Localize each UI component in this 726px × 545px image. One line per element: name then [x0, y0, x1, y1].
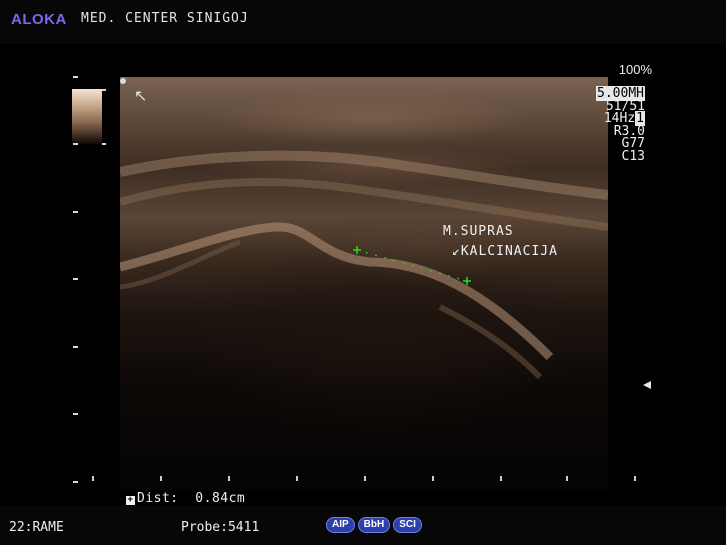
caliper-marker-icon: +: [126, 495, 135, 505]
footer-bar: 22:RAME Probe:5411 AIP BbH SCI: [0, 506, 726, 545]
caliper-line: [356, 249, 468, 282]
mode-pill-bbh[interactable]: BbH: [357, 517, 391, 533]
caliper-start-marker: [353, 246, 361, 254]
lateral-scale-tick: [500, 476, 502, 481]
lateral-scale-tick: [296, 476, 298, 481]
lateral-scale-tick: [228, 476, 230, 481]
lateral-scale-tick: [364, 476, 366, 481]
distance-readout: + Dist: 0.84cm: [126, 491, 245, 506]
probe-label: Probe:5411: [181, 520, 260, 535]
contrast-value: C13: [621, 148, 645, 164]
frame-label: 22:RAME: [9, 520, 64, 535]
scan-parameters: 5.00MH 51/51 14Hz1 R3.0 G77 C13: [588, 86, 645, 164]
lateral-scale-tick: [634, 476, 636, 481]
distance-text: Dist: 0.84cm: [137, 491, 246, 506]
mode-pill-aip[interactable]: AIP: [326, 517, 355, 533]
annotation-calcification[interactable]: ↙KALCINACIJA: [452, 244, 558, 259]
lateral-scale-tick: [566, 476, 568, 481]
acoustic-power: 100%: [618, 62, 652, 77]
focus-marker-icon[interactable]: [643, 381, 651, 389]
caliper-overlay: [353, 246, 471, 285]
lateral-scale-tick: [432, 476, 434, 481]
annotation-muscle[interactable]: M.SUPRAS: [443, 224, 514, 239]
lateral-scale-tick: [160, 476, 162, 481]
mode-indicators: AIP BbH SCI: [326, 517, 422, 533]
lateral-scale-tick: [92, 476, 94, 481]
caliper-end-marker: [463, 277, 471, 285]
mode-pill-sci[interactable]: SCI: [393, 517, 422, 533]
